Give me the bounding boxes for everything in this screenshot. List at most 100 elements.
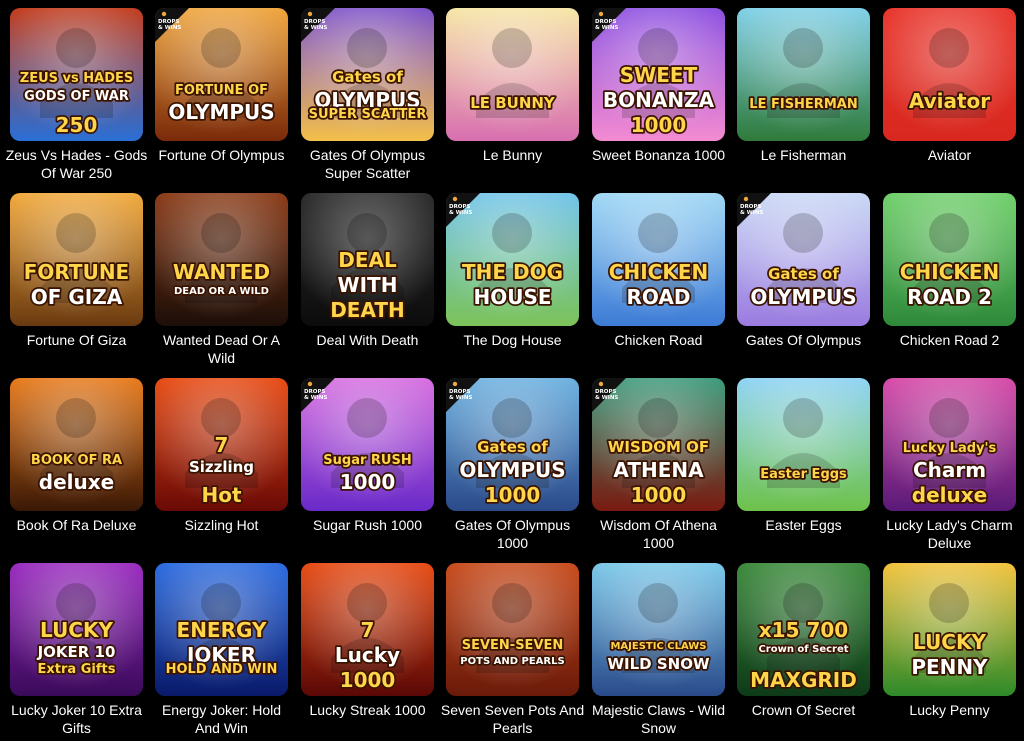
- game-title[interactable]: Le Bunny: [440, 146, 585, 164]
- game-logo-text: deluxe: [39, 470, 114, 494]
- game-logo-text: 250: [56, 113, 98, 137]
- game-thumbnail[interactable]: SWEET SWEET BONANZA BONANZA 1000 1000 DROPS & W…: [592, 8, 725, 141]
- game-logo-text: Aviator: [909, 89, 990, 113]
- game-logo-text: GODS OF WAR: [24, 89, 129, 104]
- game-logo-text: DEAL: [338, 248, 397, 272]
- game-logo-text: ROAD: [627, 285, 691, 309]
- game-title[interactable]: Gates Of Olympus Super Scatter: [295, 146, 440, 182]
- game-thumbnail[interactable]: CHICKEN CHICKEN ROAD ROAD: [592, 193, 725, 326]
- game-logo-text: Lucky: [335, 643, 400, 667]
- game-logo-text: WITH: [338, 273, 398, 297]
- game-logo-text: LUCKY: [40, 618, 113, 642]
- game-thumbnail[interactable]: CHICKEN CHICKEN ROAD 2 ROAD 2: [883, 193, 1016, 326]
- game-logo-text: LUCKY: [913, 630, 986, 654]
- badge-text: & WINS: [304, 25, 327, 31]
- game-title[interactable]: Sizzling Hot: [149, 516, 294, 534]
- game-logo-text: OLYMPUS: [168, 100, 274, 124]
- game-logo-text: Lucky Lady's: [903, 441, 997, 456]
- game-thumbnail[interactable]: x15 700 x15 700 Crown of Secret Crown of Se…: [737, 563, 870, 696]
- badge-text: & WINS: [449, 210, 472, 216]
- game-logo-text: Charm: [913, 458, 986, 482]
- game-thumbnail[interactable]: THE DOG THE DOG HOUSE HOUSE DROPS & WINS: [446, 193, 579, 326]
- game-logo-text: Gates of: [477, 438, 548, 456]
- game-title[interactable]: Lucky Penny: [877, 701, 1022, 719]
- game-title[interactable]: The Dog House: [440, 331, 585, 349]
- game-logo-text: JOKER 10: [37, 643, 116, 661]
- game-logo-text: THE DOG: [462, 260, 563, 284]
- badge-text: & WINS: [595, 395, 618, 401]
- game-thumbnail[interactable]: 7 7 Lucky Lucky 1000 1000: [301, 563, 434, 696]
- game-thumbnail[interactable]: Gates of Gates of OLYMPUS OLYMPUS SUPER SCAT…: [301, 8, 434, 141]
- game-title[interactable]: Majestic Claws - Wild Snow: [586, 701, 731, 737]
- game-logo-text: FORTUNE OF: [175, 83, 268, 98]
- game-thumbnail[interactable]: Easter Eggs Easter Eggs: [737, 378, 870, 511]
- game-logo-text: Easter Eggs: [760, 467, 847, 482]
- game-logo-text: BOOK OF RA: [31, 453, 122, 468]
- badge-text: & WINS: [158, 25, 181, 31]
- game-title[interactable]: Gates Of Olympus: [731, 331, 876, 349]
- game-title[interactable]: Energy Joker: Hold And Win: [149, 701, 294, 737]
- game-thumbnail[interactable]: ENERGY ENERGY JOKER JOKER HOLD AND WIN HOLD A…: [155, 563, 288, 696]
- game-thumbnail[interactable]: LE FISHERMAN LE FISHERMAN: [737, 8, 870, 141]
- game-logo-text: ZEUS vs HADES: [20, 71, 133, 86]
- game-title[interactable]: Book Of Ra Deluxe: [4, 516, 149, 534]
- game-title[interactable]: Fortune Of Giza: [4, 331, 149, 349]
- game-logo-text: Gates of: [332, 68, 403, 86]
- game-title[interactable]: Chicken Road 2: [877, 331, 1022, 349]
- game-thumbnail[interactable]: WANTED WANTED DEAD OR A WILD DEAD OR A WILD: [155, 193, 288, 326]
- game-title[interactable]: Chicken Road: [586, 331, 731, 349]
- game-grid: ZEUS vs HADES ZEUS vs HADES GODS OF WAR GOD…: [0, 0, 1024, 741]
- game-logo-text: MAXGRID: [750, 668, 857, 692]
- game-thumbnail[interactable]: Gates of Gates of OLYMPUS OLYMPUS 1000 1000 DR…: [446, 378, 579, 511]
- game-logo-text: ENERGY: [177, 618, 267, 642]
- game-title[interactable]: Aviator: [877, 146, 1022, 164]
- game-logo-text: OF GIZA: [31, 285, 123, 309]
- game-title[interactable]: Gates Of Olympus 1000: [440, 516, 585, 552]
- game-logo-text: BONANZA: [603, 88, 715, 112]
- game-title[interactable]: Lucky Lady's Charm Deluxe: [877, 516, 1022, 552]
- game-title[interactable]: Seven Seven Pots And Pearls: [440, 701, 585, 737]
- game-logo-text: Crown of Secret: [758, 644, 848, 655]
- game-thumbnail[interactable]: Lucky Lady's Lucky Lady's Charm Charm deluxe…: [883, 378, 1016, 511]
- game-logo-text: ROAD 2: [907, 285, 992, 309]
- game-title[interactable]: Le Fisherman: [731, 146, 876, 164]
- game-logo-text: Gates of: [768, 265, 839, 283]
- game-thumbnail[interactable]: MAJESTIC CLAWS MAJESTIC CLAWS WILD SNOW WIL…: [592, 563, 725, 696]
- badge-text: & WINS: [740, 210, 763, 216]
- game-logo-text: OLYMPUS: [459, 458, 565, 482]
- game-title[interactable]: Lucky Joker 10 Extra Gifts: [4, 701, 149, 737]
- game-title[interactable]: Wanted Dead Or A Wild: [149, 331, 294, 367]
- game-thumbnail[interactable]: LE BUNNY LE BUNNY: [446, 8, 579, 141]
- game-thumbnail[interactable]: SEVEN-SEVEN SEVEN-SEVEN POTS AND PEARLS POT…: [446, 563, 579, 696]
- game-thumbnail[interactable]: Gates of Gates of OLYMPUS OLYMPUS DROPS & WIN…: [737, 193, 870, 326]
- game-title[interactable]: Easter Eggs: [731, 516, 876, 534]
- game-logo-text: 1000: [631, 483, 687, 507]
- game-title[interactable]: Sweet Bonanza 1000: [586, 146, 731, 164]
- game-title[interactable]: Deal With Death: [295, 331, 440, 349]
- game-thumbnail[interactable]: ZEUS vs HADES ZEUS vs HADES GODS OF WAR GOD…: [10, 8, 143, 141]
- game-title[interactable]: Zeus Vs Hades - Gods Of War 250: [4, 146, 149, 182]
- game-title[interactable]: Crown Of Secret: [731, 701, 876, 719]
- game-thumbnail[interactable]: LUCKY LUCKY PENNY PENNY: [883, 563, 1016, 696]
- game-logo-text: deluxe: [912, 483, 987, 507]
- game-thumbnail[interactable]: BOOK OF RA BOOK OF RA deluxe deluxe: [10, 378, 143, 511]
- game-thumbnail[interactable]: Sugar RUSH Sugar RUSH 1000 1000 DROPS & WINS: [301, 378, 434, 511]
- game-thumbnail[interactable]: FORTUNE OF FORTUNE OF OLYMPUS OLYMPUS DROPS &…: [155, 8, 288, 141]
- game-thumbnail[interactable]: FORTUNE FORTUNE OF GIZA OF GIZA: [10, 193, 143, 326]
- game-title[interactable]: Wisdom Of Athena 1000: [586, 516, 731, 552]
- badge-text: & WINS: [449, 395, 472, 401]
- game-logo-text: WANTED: [173, 260, 270, 284]
- game-logo-text: LE BUNNY: [470, 94, 556, 112]
- game-logo-text: 7: [361, 618, 375, 642]
- game-title[interactable]: Lucky Streak 1000: [295, 701, 440, 719]
- game-logo-text: 1000: [340, 668, 396, 692]
- game-thumbnail[interactable]: Aviator Aviator: [883, 8, 1016, 141]
- game-logo-text: ATHENA: [613, 458, 704, 482]
- game-thumbnail[interactable]: DEAL DEAL WITH WITH DEATH DEATH: [301, 193, 434, 326]
- game-thumbnail[interactable]: WISDOM OF WISDOM OF ATHENA ATHENA 1000 1000 DR…: [592, 378, 725, 511]
- game-title[interactable]: Sugar Rush 1000: [295, 516, 440, 534]
- badge-text: & WINS: [304, 395, 327, 401]
- game-title[interactable]: Fortune Of Olympus: [149, 146, 294, 164]
- game-thumbnail[interactable]: LUCKY LUCKY JOKER 10 JOKER 10 Extra Gifts Ext…: [10, 563, 143, 696]
- game-thumbnail[interactable]: 7 7 Sizzling Sizzling Hot Hot: [155, 378, 288, 511]
